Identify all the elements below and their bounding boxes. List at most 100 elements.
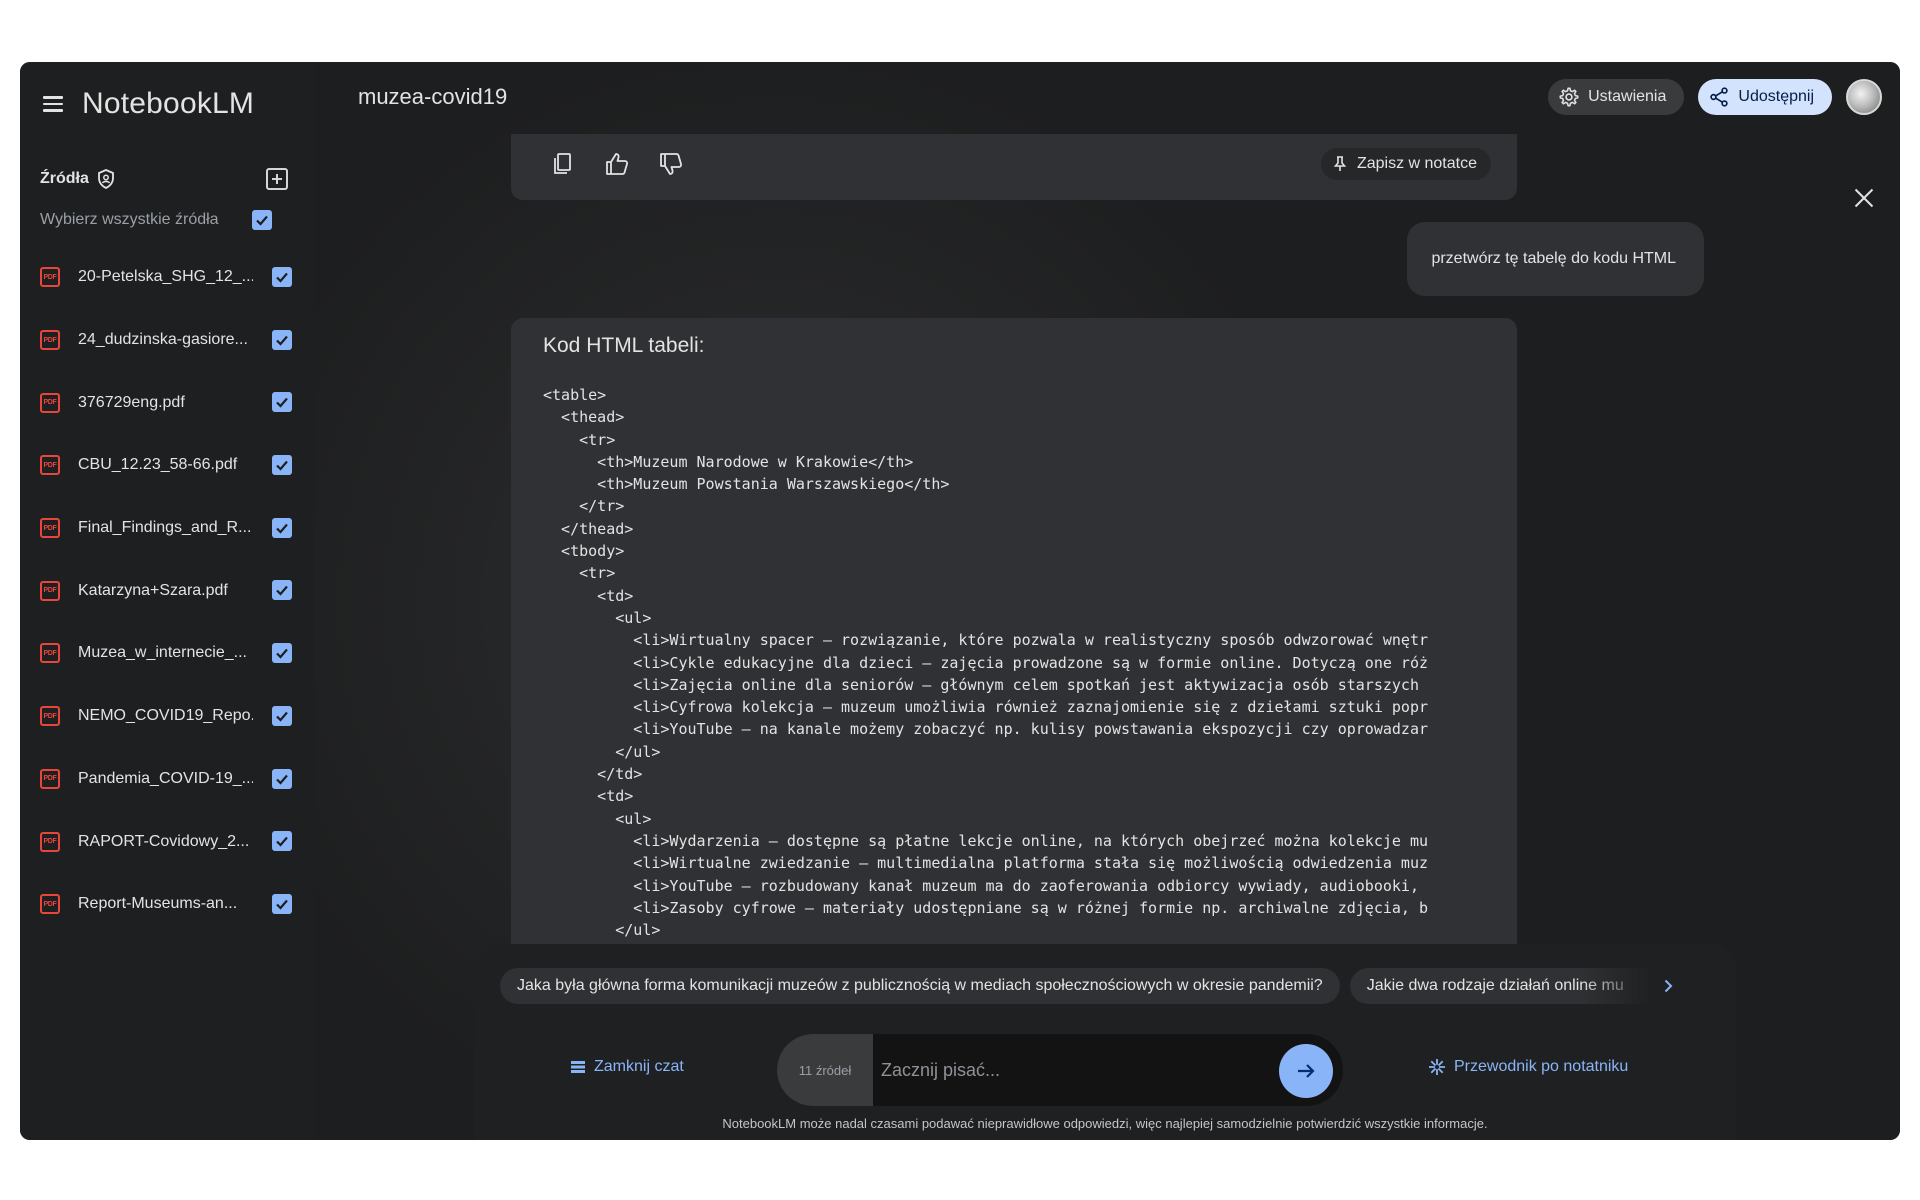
code-line: <li>Wydarzenia – dostępne są płatne lekc… xyxy=(543,831,1429,850)
source-checkbox[interactable] xyxy=(272,580,292,601)
source-checkbox[interactable] xyxy=(272,517,292,538)
code-line: </ul> xyxy=(543,742,661,761)
disclaimer: NotebookLM może nadal czasami podawać ni… xyxy=(722,1116,1488,1131)
source-name: Katarzyna+Szara.pdf xyxy=(78,581,228,599)
send-button[interactable] xyxy=(1279,1044,1333,1098)
source-checkbox[interactable] xyxy=(272,831,292,852)
chevron-right-icon[interactable] xyxy=(1650,968,1686,1004)
chat-panel: muzea-covid19 Ustawienia Udostępnij Zapi… xyxy=(314,62,1900,1140)
check-icon xyxy=(256,215,268,226)
source-name: Pandemia_COVID-19_... xyxy=(78,769,253,787)
notebook-title[interactable]: muzea-covid19 xyxy=(358,84,507,110)
source-checkbox[interactable] xyxy=(272,705,292,726)
share-button[interactable]: Udostępnij xyxy=(1698,79,1832,115)
shield-icon xyxy=(97,169,114,189)
check-icon xyxy=(276,335,288,346)
code-line: <tr> xyxy=(543,564,616,583)
code-block: <table> <thead> <tr> <th>Muzeum Narodowe… xyxy=(543,384,1487,941)
source-item[interactable]: PDF CBU_12.23_58-66.pdf xyxy=(20,434,314,497)
pdf-icon: PDF xyxy=(40,768,60,789)
avatar[interactable] xyxy=(1846,79,1882,115)
source-name: 24_dudzinska-gasiore... xyxy=(78,331,248,349)
sources-sidebar: NotebookLM Źródła Wybierz wszystkie źród… xyxy=(20,62,314,1140)
arrow-right-icon xyxy=(1298,1064,1315,1078)
share-label: Udostępnij xyxy=(1738,88,1814,105)
response-actions: Zapisz w notatce xyxy=(511,134,1517,200)
thumbs-down-icon[interactable] xyxy=(657,150,685,178)
code-line: </thead> xyxy=(543,519,634,538)
source-name: Report-Museums-an... xyxy=(78,895,238,913)
code-line: <li>Cykle edukacyjne dla dzieci – zajęci… xyxy=(543,653,1429,672)
assistant-answer: Kod HTML tabeli: <table> <thead> <tr> <t… xyxy=(511,318,1517,958)
menu-icon[interactable] xyxy=(40,89,70,119)
check-icon xyxy=(276,648,288,659)
chat-input[interactable] xyxy=(881,1034,1261,1106)
notebook-guide-button[interactable]: Przewodnik po notatniku xyxy=(1428,1052,1628,1082)
select-all-sources[interactable]: Wybierz wszystkie źródła xyxy=(40,206,294,234)
check-icon xyxy=(276,272,288,283)
source-checkbox[interactable] xyxy=(272,643,292,664)
select-all-label: Wybierz wszystkie źródła xyxy=(40,211,219,228)
source-checkbox[interactable] xyxy=(272,455,292,476)
sources-count-badge[interactable]: 11 źródeł xyxy=(777,1034,873,1106)
suggestion-chip[interactable]: Jakie dwa rodzaje działań online mu xyxy=(1349,968,1680,1004)
top-actions: Ustawienia Udostępnij xyxy=(1548,79,1882,115)
code-line: <li>Cyfrowa kolekcja – muzeum umożliwia … xyxy=(543,698,1429,717)
code-line: <th>Muzeum Narodowe w Krakowie</th> xyxy=(543,452,914,471)
code-line: </ul> xyxy=(543,921,661,940)
source-item[interactable]: PDF 24_dudzinska-gasiore... xyxy=(20,309,314,372)
code-line: <thead> xyxy=(543,408,625,427)
copy-icon[interactable] xyxy=(549,150,577,178)
source-item[interactable]: PDF Final_Findings_and_R... xyxy=(20,497,314,560)
save-to-note-button[interactable]: Zapisz w notatce xyxy=(1320,148,1491,180)
source-checkbox[interactable] xyxy=(272,893,292,914)
pdf-icon: PDF xyxy=(40,706,60,727)
check-icon xyxy=(276,711,288,722)
source-name: 376729eng.pdf xyxy=(78,393,185,411)
source-item[interactable]: PDF Pandemia_COVID-19_... xyxy=(20,748,314,811)
brand: NotebookLM xyxy=(40,84,254,124)
close-chat-button[interactable]: Zamknij czat xyxy=(570,1052,684,1082)
composer-dock: Jaka była główna forma komunikacji muzeó… xyxy=(474,944,1736,1140)
source-item[interactable]: PDF Muzea_w_internecie_... xyxy=(20,622,314,685)
thumbs-up-icon[interactable] xyxy=(603,150,631,178)
source-item[interactable]: PDF Katarzyna+Szara.pdf xyxy=(20,559,314,622)
select-all-checkbox[interactable] xyxy=(252,210,272,230)
code-line: </tr> xyxy=(543,497,625,516)
pdf-icon: PDF xyxy=(40,392,60,413)
suggestion-chips: Jaka była główna forma komunikacji muzeó… xyxy=(500,968,1710,1006)
answer-heading: Kod HTML tabeli: xyxy=(543,334,705,357)
pdf-icon: PDF xyxy=(40,831,60,852)
pdf-icon: PDF xyxy=(40,330,60,351)
user-message-text: przetwórz tę tabelę do kodu HTML xyxy=(1431,250,1676,267)
source-item[interactable]: PDF Report-Museums-an... xyxy=(20,873,314,936)
pdf-icon: PDF xyxy=(40,580,60,601)
code-line: <td> xyxy=(543,586,634,605)
source-item[interactable]: PDF NEMO_COVID19_Repo... xyxy=(20,685,314,748)
code-line: <li>YouTube – na kanale możemy zobaczyć … xyxy=(543,720,1429,739)
source-checkbox[interactable] xyxy=(272,768,292,789)
code-line: <li>Zajęcia online dla seniorów – główny… xyxy=(543,675,1429,694)
source-name: RAPORT-Covidowy_2... xyxy=(78,832,250,850)
settings-button[interactable]: Ustawienia xyxy=(1548,79,1685,115)
add-source-button[interactable] xyxy=(266,168,288,190)
sparkle-icon xyxy=(1429,1059,1445,1075)
check-icon xyxy=(276,398,288,408)
source-checkbox[interactable] xyxy=(272,329,292,350)
code-line: <th>Muzeum Powstania Warszawskiego</th> xyxy=(543,475,950,494)
chat-input-box: 11 źródeł xyxy=(777,1034,1343,1106)
source-checkbox[interactable] xyxy=(272,267,292,287)
source-item[interactable]: PDF 376729eng.pdf xyxy=(20,371,314,434)
share-icon xyxy=(1710,87,1729,107)
source-name: Final_Findings_and_R... xyxy=(78,519,252,537)
source-item[interactable]: PDF 20-Petelska_SHG_12_... xyxy=(20,246,314,309)
code-line: <ul> xyxy=(543,809,652,828)
source-checkbox[interactable] xyxy=(272,392,292,413)
sources-title: Źródła xyxy=(40,170,89,187)
suggestion-chip[interactable]: Jaka była główna forma komunikacji muzeó… xyxy=(500,968,1340,1004)
code-line: </td> xyxy=(543,765,643,784)
close-icon[interactable] xyxy=(1854,188,1874,208)
user-message: przetwórz tę tabelę do kodu HTML xyxy=(1407,222,1704,296)
code-line: <li>Zasoby cyfrowe – materiały udostępni… xyxy=(543,898,1429,917)
source-item[interactable]: PDF RAPORT-Covidowy_2... xyxy=(20,810,314,873)
